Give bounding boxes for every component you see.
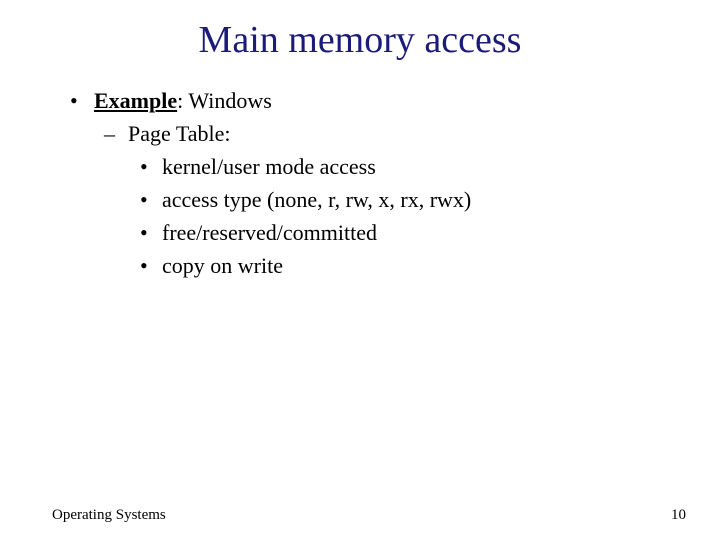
slide-body: Example: Windows Page Table: kernel/user… [0,62,720,282]
example-value: : Windows [177,88,272,113]
bullet-page-table: Page Table: [68,117,720,150]
slide: Main memory access Example: Windows Page… [0,0,720,540]
footer-left-text: Operating Systems [52,507,166,524]
bullet-item-2: free/reserved/committed [68,216,720,249]
bullet-item-3: copy on write [68,249,720,282]
bullet-item-1: access type (none, r, rw, x, rx, rwx) [68,183,720,216]
bullet-item-0: kernel/user mode access [68,150,720,183]
slide-title: Main memory access [0,0,720,62]
example-label: Example [94,88,177,113]
footer-page-number: 10 [671,507,686,524]
bullet-example: Example: Windows [68,84,720,117]
